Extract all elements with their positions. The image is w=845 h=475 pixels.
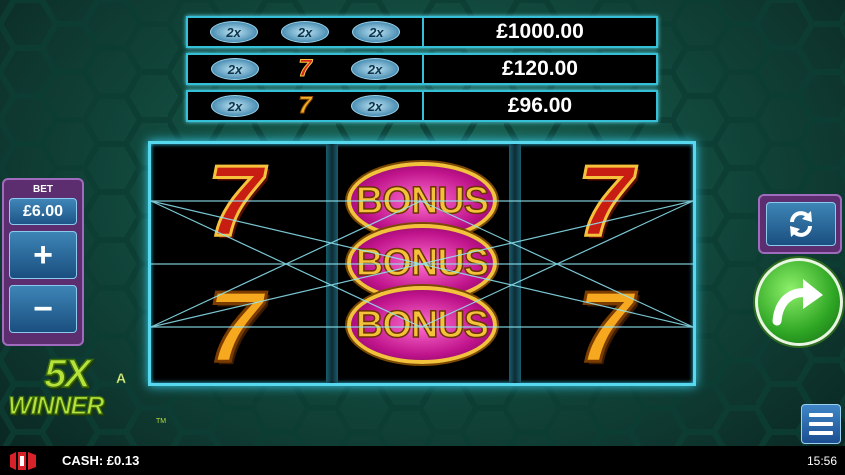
cash-balance: CASH: £0.13 [62,453,140,468]
paytable-prize: £1000.00 [496,20,584,43]
game-logo: 5X A WINNER TM [4,351,169,432]
increase-bet-button[interactable]: + [9,231,77,279]
autoplay-button[interactable] [766,202,836,246]
gold-seven-symbol: 7 [298,92,312,119]
paytable-symbols: 2x 7 2x [188,55,424,83]
multiplier-2x-symbol: 2x [209,21,258,43]
brand-logo-icon [6,450,40,472]
multiplier-2x-symbol: 2x [211,58,259,80]
bet-amount: £6.00 [9,198,77,225]
red-seven-symbol: 7 [206,145,265,257]
autoplay-panel [758,194,842,254]
multiplier-2x-symbol: 2x [351,58,399,80]
logo-winner: WINNER [7,391,105,420]
reel-divider [326,144,338,383]
bet-label: BET [33,184,53,195]
multiplier-2x-symbol: 2x [280,21,329,43]
logo-a: A [116,370,127,387]
red-seven-symbol: 7 [576,145,635,257]
spin-button[interactable] [755,258,843,346]
paytable: 2x 2x 2x £1000.00 2x 7 2x £120.00 2x 7 2… [186,16,658,127]
multiplier-2x-symbol: 2x [351,95,399,117]
bet-panel: BET £6.00 + − [2,178,84,346]
multiplier-2x-symbol: 2x [211,95,259,117]
paytable-row: 2x 7 2x £120.00 [186,53,658,85]
logo-5x: 5X [43,351,91,397]
decrease-bet-button[interactable]: − [9,285,77,333]
paytable-symbols: 2x 7 2x [188,92,424,120]
clock: 15:56 [806,453,837,468]
menu-icon [809,431,833,435]
gold-seven-symbol: 7 [576,271,635,383]
red-seven-symbol: 7 [298,55,312,82]
status-bar: CASH: £0.13 15:56 [0,446,845,475]
paytable-row: 2x 7 2x £96.00 [186,90,658,122]
menu-icon [809,413,833,417]
menu-button[interactable] [801,404,841,444]
reel-window: 7 7 BONUS BONUS BONUS 7 7 [148,141,696,386]
paytable-symbols: 2x 2x 2x [188,18,424,46]
spin-arrow-icon [772,279,823,326]
refresh-icon [790,211,812,237]
paytable-row: 2x 2x 2x £1000.00 [186,16,658,48]
logo-trademark: TM [156,418,167,425]
reel-divider [509,144,521,383]
gold-seven-symbol: 7 [206,271,265,383]
menu-icon [809,422,833,426]
multiplier-2x-symbol: 2x [352,21,401,43]
paytable-prize: £120.00 [502,57,578,80]
bonus-symbol: BONUS [347,286,497,364]
paytable-prize: £96.00 [507,94,573,117]
